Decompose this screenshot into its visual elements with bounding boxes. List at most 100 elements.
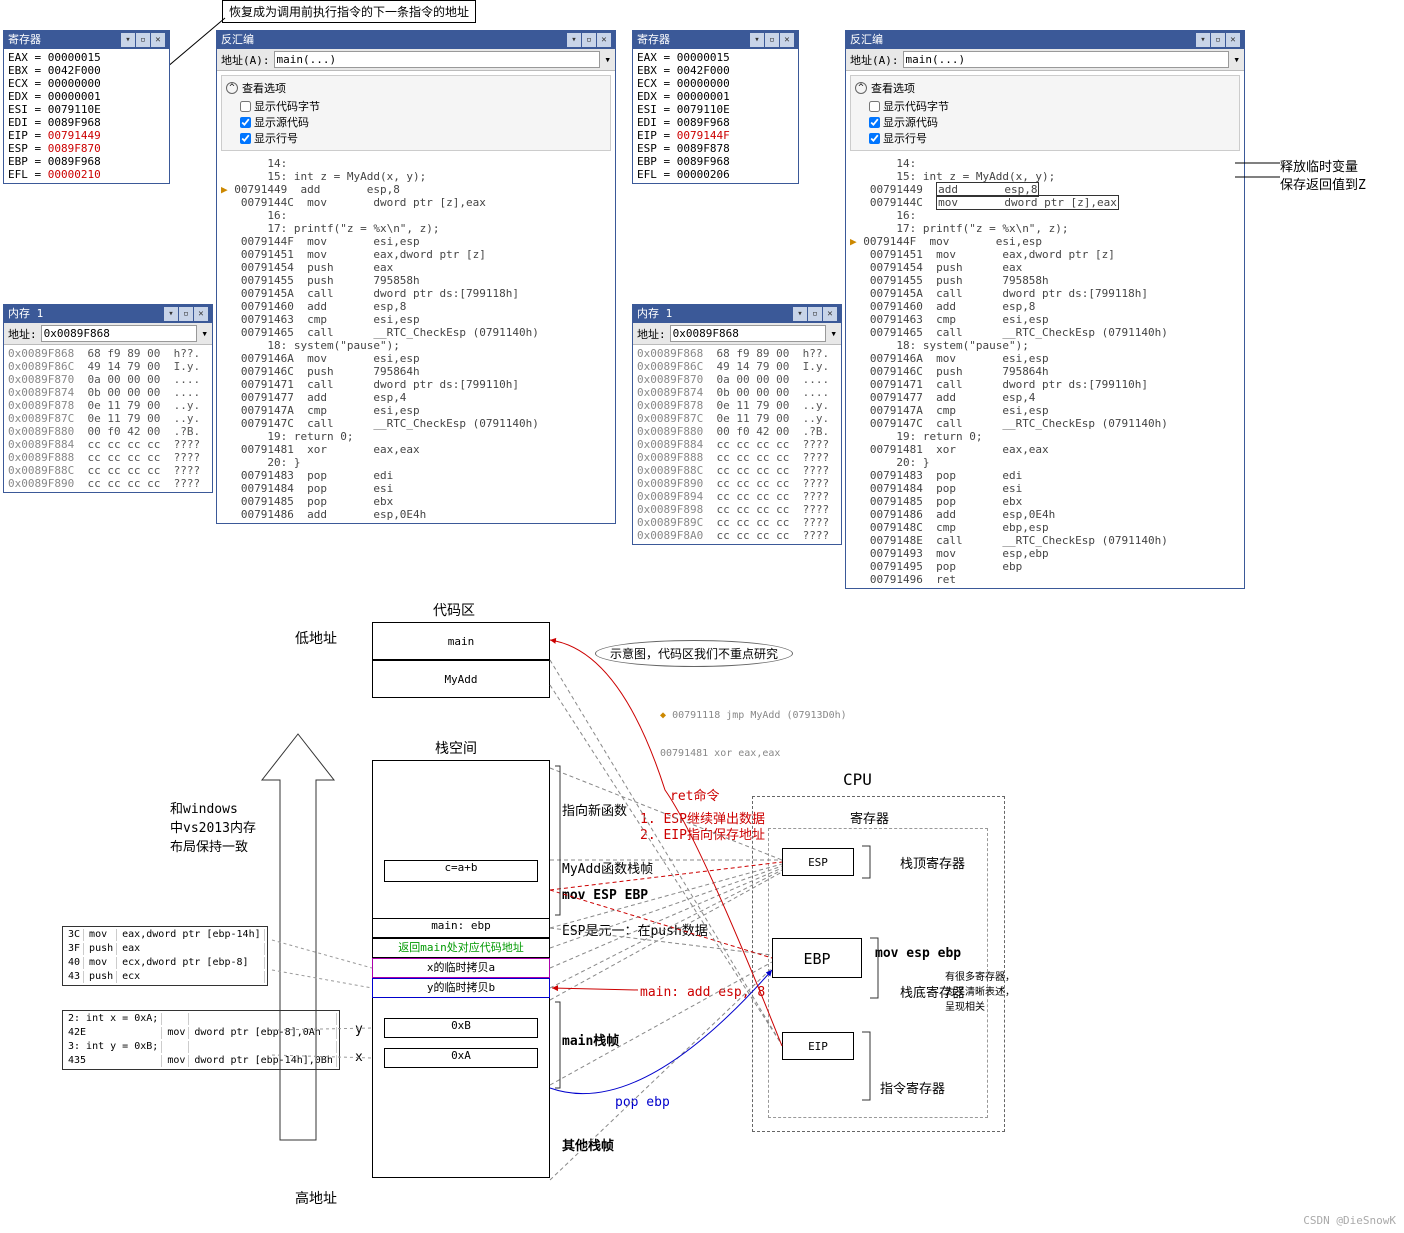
esp-reg: ESP	[782, 848, 854, 876]
pin-icon[interactable]: ▫	[136, 33, 150, 47]
annotation-release-temp: 释放临时变量	[1280, 156, 1358, 175]
registers-panel-right: 寄存器 ▾▫✕ EAX = 00000015EBX = 0042F000ECX …	[632, 30, 799, 184]
disasm-title: 反汇编	[221, 31, 254, 49]
code-area-label: 代码区	[433, 600, 475, 620]
show-lineno-checkbox[interactable]	[240, 133, 251, 144]
x-label: x	[355, 1050, 363, 1065]
main-box: main	[372, 622, 550, 660]
show-bytes-checkbox[interactable]	[240, 101, 251, 112]
address-input[interactable]	[41, 325, 198, 342]
point-new-label: 指向新函数	[562, 800, 627, 819]
address-input[interactable]	[670, 325, 827, 342]
low-address-label: 低地址	[295, 628, 337, 648]
oxb-box: 0xB	[384, 1018, 538, 1038]
note-balloon: 示意图，代码区我们不重点研究	[595, 640, 793, 667]
xor-line: 00791481 xor eax,eax	[660, 748, 780, 759]
close-icon[interactable]: ✕	[780, 33, 794, 47]
show-bytes-checkbox[interactable]	[869, 101, 880, 112]
pin-icon[interactable]: ▫	[765, 33, 779, 47]
myadd-frame-label: MyAdd函数栈帧	[562, 858, 653, 877]
disasm-panel-right: 反汇编 ▾▫✕ 地址(A): ▾ ^查看选项 显示代码字节 显示源代码 显示行号…	[845, 30, 1245, 589]
annotation-save-return: 保存返回值到Z	[1280, 174, 1366, 193]
main-ebp-box: main: ebp	[372, 918, 550, 938]
high-address-label: 高地址	[295, 1188, 337, 1208]
dropdown-icon[interactable]: ▾	[1233, 53, 1240, 66]
myadd-box: MyAdd	[372, 660, 550, 698]
show-source-checkbox[interactable]	[240, 117, 251, 128]
dropdown-icon[interactable]: ▾	[201, 327, 208, 340]
main-frame-label: main栈帧	[562, 1030, 619, 1049]
collapse-icon[interactable]: ^	[226, 82, 238, 94]
memory-title: 内存 1	[8, 305, 43, 323]
watermark: CSDN @DieSnowK	[1303, 1214, 1396, 1227]
pop-ebp-label: pop ebp	[615, 1095, 670, 1110]
cpu-label: CPU	[843, 770, 872, 789]
stack-top-label: 栈顶寄存器	[900, 853, 965, 872]
note-right: 有很多寄存器， 为了清晰表述， 呈现相关	[945, 968, 1025, 1013]
memory-panel-left: 内存 1 ▾▫✕ 地址: ▾ 0x0089F868 68 f9 89 00 h?…	[3, 304, 213, 493]
ret2-label: 2. EIP指向保存地址	[640, 824, 765, 843]
instr-reg-label: 指令寄存器	[880, 1078, 945, 1097]
address-input[interactable]	[903, 51, 1230, 68]
memory-toolbar: 地址: ▾	[4, 323, 212, 345]
x-copy-box: x的临时拷贝a	[372, 958, 550, 978]
dropdown-icon[interactable]: ▾	[750, 33, 764, 47]
memory-panel-right: 内存 1 ▾▫✕ 地址: ▾ 0x0089F868 68 f9 89 00 h?…	[632, 304, 842, 545]
ret-addr-box: 返回main处对应代码地址	[372, 938, 550, 958]
esp-push-label: ESP是元一：在push数据	[562, 920, 708, 939]
disasm-content: 14: 15: int z = MyAdd(x, y); 00791449 ad…	[846, 155, 1244, 588]
ebp-reg: EBP	[772, 938, 862, 978]
stack-space-label: 栈空间	[435, 738, 477, 758]
pin-icon[interactable]: ▫	[179, 307, 193, 321]
main-add-label: main: add esp, 8	[640, 985, 765, 1000]
address-label: 地址:	[8, 326, 37, 342]
registers-content: EAX = 00000015EBX = 0042F000ECX = 000000…	[4, 49, 169, 183]
dropdown-icon[interactable]: ▾	[164, 307, 178, 321]
registers-content: EAX = 00000015EBX = 0042F000ECX = 000000…	[633, 49, 798, 183]
memory-diagram: 低地址 高地址 代码区 main MyAdd 示意图，代码区我们不重点研究 ◆ …	[0, 590, 1404, 1230]
y-label: y	[355, 1022, 363, 1037]
other-frame-label: 其他栈帧	[562, 1135, 614, 1154]
oxa-box: 0xA	[384, 1048, 538, 1068]
show-source-checkbox[interactable]	[869, 117, 880, 128]
ret-cmd-label: ret命令	[670, 785, 719, 804]
dropdown-icon[interactable]: ▾	[830, 327, 837, 340]
memory-titlebar[interactable]: 内存 1 ▾▫✕	[4, 305, 212, 323]
mov-esp-ebp-label: mov ESP EBP	[562, 888, 648, 903]
code-listing-1: 3Cmoveax,dword ptr [ebp-14h]3Fpusheax40m…	[62, 926, 268, 986]
code-listing-2: 2: int x = 0xA;42Emovdword ptr [ebp-8],0…	[62, 1010, 340, 1070]
registers-title: 寄存器	[8, 31, 41, 49]
window-controls[interactable]: ▾▫✕	[121, 33, 165, 47]
disasm-panel-left: 反汇编 ▾▫✕ 地址(A): ▾ ^查看选项 显示代码字节 显示源代码 显示行号…	[216, 30, 616, 524]
eip-reg: EIP	[782, 1032, 854, 1060]
close-icon[interactable]: ✕	[597, 33, 611, 47]
dropdown-icon[interactable]: ▾	[121, 33, 135, 47]
close-icon[interactable]: ✕	[823, 307, 837, 321]
cab-box: c=a+b	[384, 860, 538, 882]
memory-content: 0x0089F868 68 f9 89 00 h??.0x0089F86C 49…	[4, 345, 212, 492]
show-lineno-checkbox[interactable]	[869, 133, 880, 144]
dropdown-icon[interactable]: ▾	[604, 53, 611, 66]
dropdown-icon[interactable]: ▾	[793, 307, 807, 321]
address-label: 地址(A):	[221, 52, 270, 68]
dropdown-icon[interactable]: ▾	[1196, 33, 1210, 47]
regs-label: 寄存器	[850, 808, 889, 827]
note-left: 和windows 中vs2013内存 布局保持一致	[170, 798, 270, 855]
view-options: ^查看选项 显示代码字节 显示源代码 显示行号	[221, 75, 611, 151]
dropdown-icon[interactable]: ▾	[567, 33, 581, 47]
close-icon[interactable]: ✕	[194, 307, 208, 321]
address-input[interactable]	[274, 51, 601, 68]
close-icon[interactable]: ✕	[151, 33, 165, 47]
pin-icon[interactable]: ▫	[808, 307, 822, 321]
registers-titlebar[interactable]: 寄存器 ▾▫✕	[4, 31, 169, 49]
collapse-icon[interactable]: ^	[855, 82, 867, 94]
annotation-restore-eip: 恢复成为调用前执行指令的下一条指令的地址	[222, 0, 476, 23]
y-copy-box: y的临时拷贝b	[372, 978, 550, 998]
registers-panel-left: 寄存器 ▾▫✕ EAX = 00000015EBX = 0042F000ECX …	[3, 30, 170, 184]
pin-icon[interactable]: ▫	[582, 33, 596, 47]
disasm-titlebar[interactable]: 反汇编 ▾▫✕	[217, 31, 615, 49]
close-icon[interactable]: ✕	[1226, 33, 1240, 47]
pin-icon[interactable]: ▫	[1211, 33, 1225, 47]
jmp-line: ◆ 00791118 jmp MyAdd (07913D0h)	[660, 710, 847, 721]
disasm-content: 14: 15: int z = MyAdd(x, y);▶ 00791449 a…	[217, 155, 615, 523]
